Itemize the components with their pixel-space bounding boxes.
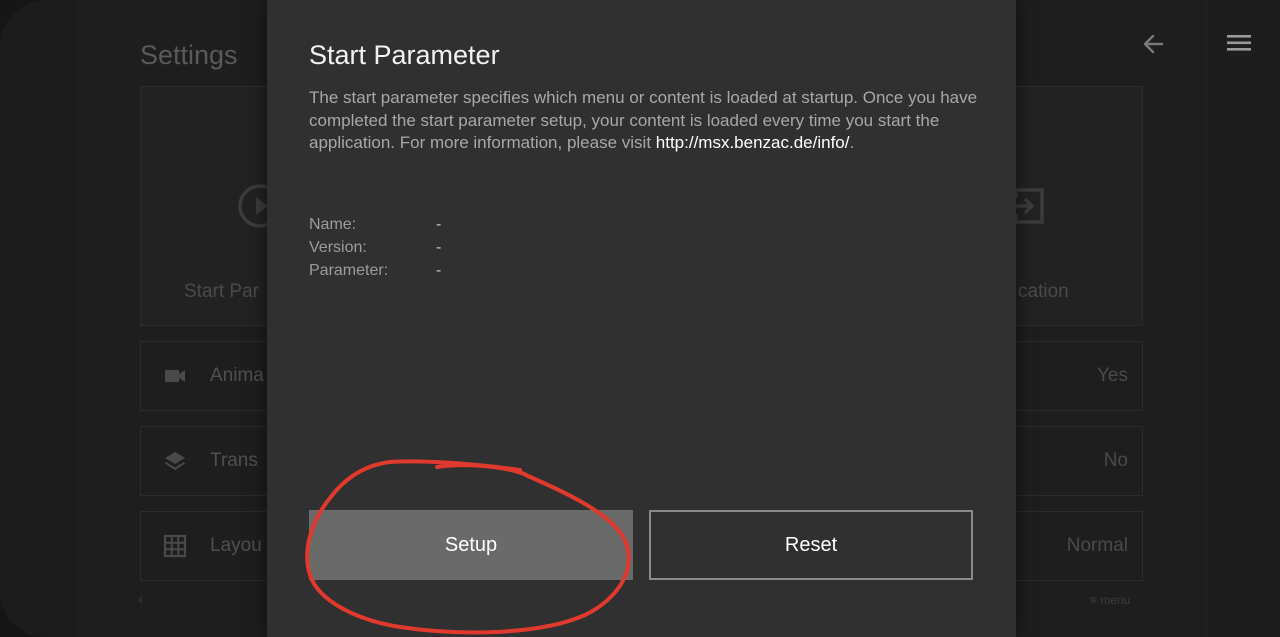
description-text: The start parameter specifies which menu…	[309, 88, 978, 152]
dialog-description: The start parameter specifies which menu…	[309, 87, 981, 155]
layers-icon	[165, 452, 185, 470]
layout-label: Layou	[210, 535, 262, 556]
tile-label-application: cation	[1018, 281, 1069, 302]
setup-button[interactable]: Setup	[309, 510, 633, 580]
name-label: Name:	[309, 216, 357, 233]
settings-title: Settings	[140, 40, 238, 70]
start-parameter-dialog: Start Parameter The start parameter spec…	[267, 0, 1016, 637]
transparency-label: Trans	[210, 450, 258, 471]
version-label: Version:	[309, 239, 367, 256]
back-arrow-icon[interactable]	[1140, 30, 1168, 58]
menu-hint: ≡ menu	[1090, 593, 1131, 607]
info-link[interactable]: http://msx.benzac.de/info/	[656, 133, 850, 152]
layout-value: Normal	[1066, 535, 1128, 556]
reset-button[interactable]: Reset	[649, 510, 973, 580]
parameter-label: Parameter:	[309, 262, 389, 279]
tile-label-start-parameter: Start Par	[184, 281, 259, 302]
animation-value: Yes	[1097, 365, 1128, 386]
app-screen: Settings Start Par cation Anima Trans La…	[0, 0, 1280, 637]
video-camera-icon	[165, 370, 185, 382]
version-value: -	[436, 239, 442, 256]
parameter-value: -	[436, 262, 442, 279]
description-end: .	[849, 133, 855, 152]
right-sidebar	[1206, 0, 1280, 637]
transparency-value: No	[1103, 450, 1128, 471]
grid-icon	[163, 534, 187, 558]
dialog-title: Start Parameter	[309, 40, 500, 70]
animation-label: Anima	[210, 365, 264, 386]
hamburger-menu-icon[interactable]	[1226, 32, 1252, 54]
chevron-left-icon[interactable]: ‹	[138, 591, 143, 609]
name-value: -	[436, 216, 442, 233]
